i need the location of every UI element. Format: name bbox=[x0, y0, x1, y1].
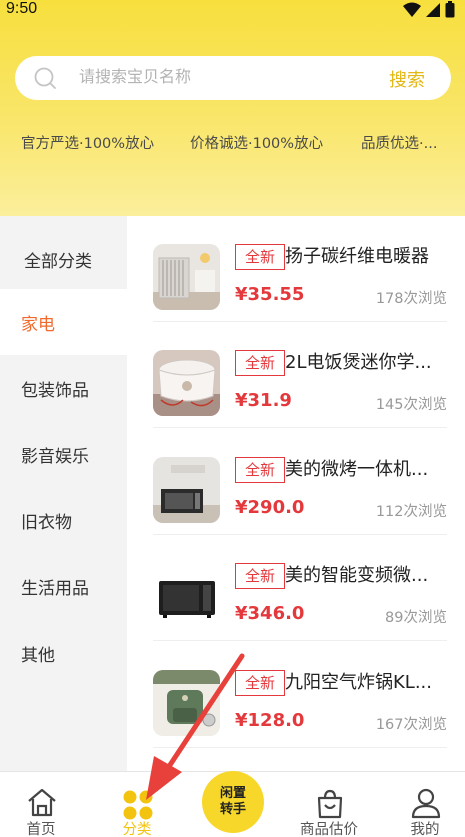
category-all[interactable]: 全部分类 bbox=[0, 226, 127, 292]
tab-mine-label: 我的 bbox=[410, 822, 440, 837]
product-image-heater bbox=[153, 244, 220, 310]
tab-home[interactable]: 首页 bbox=[1, 772, 81, 837]
category-item-old-clothes[interactable]: 旧衣物 bbox=[0, 487, 127, 553]
resell-label-line1: 闲置 bbox=[219, 786, 246, 801]
header-banner: 9:50 搜索 官方严选·100%放心 价格诚选·100%放心 品质优选·... bbox=[0, 0, 465, 216]
resell-label-line2: 转手 bbox=[219, 802, 246, 817]
status-time: 9:50 bbox=[6, 0, 38, 17]
new-badge: 全新 bbox=[235, 563, 285, 589]
product-views: 145次浏览 bbox=[375, 397, 447, 413]
battery-icon bbox=[445, 1, 455, 18]
search-icon bbox=[34, 67, 56, 89]
new-badge: 全新 bbox=[235, 670, 285, 696]
product-title: 2L电饭煲迷你学... bbox=[285, 352, 432, 373]
product-price: ¥31.9 bbox=[235, 390, 292, 411]
tab-estimate[interactable]: 商品估价 bbox=[289, 772, 369, 837]
category-item-packaging[interactable]: 包装饰品 bbox=[0, 355, 127, 421]
slogan-price: 价格诚选·100%放心 bbox=[190, 136, 324, 152]
search-box[interactable]: 搜索 bbox=[15, 56, 451, 100]
signal-icon bbox=[426, 2, 440, 17]
category-grid-icon bbox=[123, 790, 153, 820]
tab-estimate-label: 商品估价 bbox=[300, 822, 358, 837]
tab-category-label: 分类 bbox=[122, 822, 152, 837]
product-image-air-fryer bbox=[153, 670, 220, 736]
category-sidebar: 全部分类 家电 包装饰品 影音娱乐 旧衣物 生活用品 其他 bbox=[0, 216, 127, 771]
resell-center-button[interactable]: 闲置 转手 bbox=[202, 771, 264, 833]
search-input[interactable] bbox=[79, 56, 379, 100]
new-badge: 全新 bbox=[235, 244, 285, 270]
product-price: ¥290.0 bbox=[235, 497, 305, 518]
category-item-other[interactable]: 其他 bbox=[0, 620, 127, 686]
list-item[interactable]: 全新 2L电饭煲迷你学... ¥31.9 145次浏览 bbox=[153, 322, 447, 428]
shopping-bag-icon bbox=[317, 789, 343, 819]
tab-home-label: 首页 bbox=[26, 822, 56, 837]
category-item-entertainment[interactable]: 影音娱乐 bbox=[0, 421, 127, 487]
slogan-row: 官方严选·100%放心 价格诚选·100%放心 品质优选·... bbox=[0, 132, 465, 156]
category-item-appliances[interactable]: 家电 bbox=[0, 289, 127, 355]
product-views: 167次浏览 bbox=[375, 717, 447, 733]
product-price: ¥35.55 bbox=[235, 284, 305, 305]
status-bar: 9:50 bbox=[0, 0, 465, 24]
new-badge: 全新 bbox=[235, 457, 285, 483]
tab-mine[interactable]: 我的 bbox=[385, 772, 465, 837]
product-title: 美的微烤一体机... bbox=[285, 459, 429, 480]
product-title: 美的智能变频微... bbox=[285, 565, 429, 586]
tab-category[interactable]: 分类 bbox=[97, 772, 177, 837]
list-item[interactable]: 全新 美的智能变频微... ¥346.0 89次浏览 bbox=[153, 535, 447, 641]
product-list: 全新 扬子碳纤维电暖器 ¥35.55 178次浏览 全新 2L电饭煲迷你学...… bbox=[127, 216, 465, 771]
product-image-rice-cooker bbox=[153, 350, 220, 416]
product-image-microwave bbox=[153, 563, 220, 629]
product-views: 178次浏览 bbox=[375, 291, 447, 307]
product-price: ¥128.0 bbox=[235, 710, 305, 731]
list-item[interactable]: 全新 扬子碳纤维电暖器 ¥35.55 178次浏览 bbox=[153, 216, 447, 322]
product-views: 112次浏览 bbox=[375, 504, 447, 520]
product-price: ¥346.0 bbox=[235, 603, 305, 624]
new-badge: 全新 bbox=[235, 350, 285, 376]
category-item-daily-goods[interactable]: 生活用品 bbox=[0, 553, 127, 619]
user-icon bbox=[411, 788, 441, 819]
search-button[interactable]: 搜索 bbox=[389, 66, 425, 92]
product-title: 九阳空气炸锅KL... bbox=[285, 672, 432, 693]
slogan-quality: 品质优选·... bbox=[361, 136, 438, 152]
list-item[interactable]: 全新 九阳空气炸锅KL... ¥128.0 167次浏览 bbox=[153, 642, 447, 748]
slogan-official: 官方严选·100%放心 bbox=[21, 136, 155, 152]
list-item[interactable]: 全新 美的微烤一体机... ¥290.0 112次浏览 bbox=[153, 429, 447, 535]
status-icons bbox=[403, 1, 455, 18]
wifi-icon bbox=[403, 2, 421, 17]
home-icon bbox=[28, 788, 56, 817]
product-image-microwave-oven bbox=[153, 457, 220, 523]
product-views: 89次浏览 bbox=[385, 610, 447, 626]
product-title: 扬子碳纤维电暖器 bbox=[285, 246, 429, 267]
